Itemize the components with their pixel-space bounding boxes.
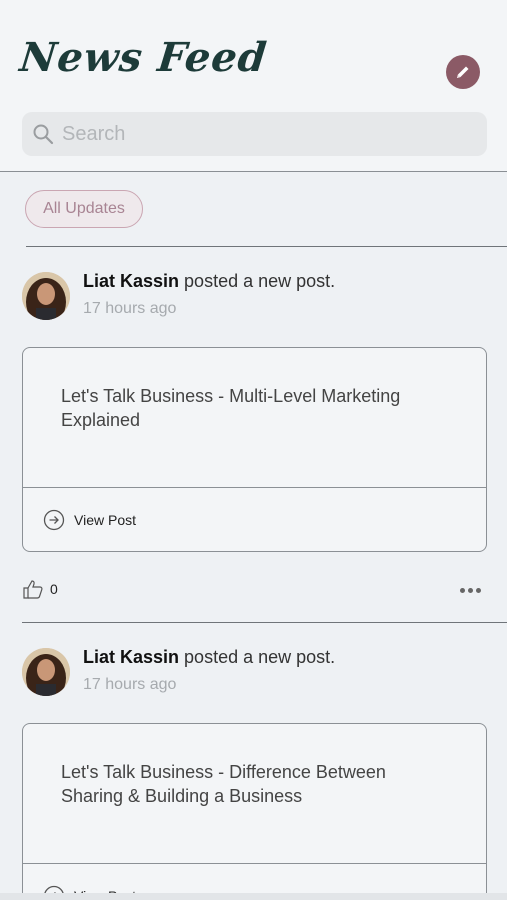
pencil-icon — [457, 66, 469, 78]
author-name[interactable]: Liat Kassin — [83, 647, 179, 667]
post-author-line: Liat Kassin posted a new post. — [83, 271, 335, 292]
page-title: News Feed — [17, 34, 270, 81]
filter-all-updates[interactable]: All Updates — [25, 190, 143, 228]
avatar[interactable] — [22, 272, 70, 320]
post-action-text: posted a new post. — [184, 271, 336, 291]
divider — [26, 246, 507, 247]
compose-post-button[interactable] — [446, 55, 480, 89]
like-count: 0 — [50, 581, 58, 597]
post-card[interactable]: Let's Talk Business - Difference Between… — [22, 723, 487, 900]
arrow-right-circle-icon — [43, 509, 65, 530]
post-card[interactable]: Let's Talk Business - Multi-Level Market… — [22, 347, 487, 552]
view-post-button[interactable]: View Post — [23, 487, 486, 551]
avatar[interactable] — [22, 648, 70, 696]
author-name[interactable]: Liat Kassin — [83, 271, 179, 291]
more-dot-icon — [460, 588, 465, 593]
feed-header: News Feed — [0, 0, 507, 172]
post-timestamp: 17 hours ago — [83, 676, 177, 693]
more-dot-icon — [476, 588, 481, 593]
post-title: Let's Talk Business - Multi-Level Market… — [61, 386, 401, 430]
search-bar[interactable] — [22, 112, 487, 156]
post-author-line: Liat Kassin posted a new post. — [83, 647, 335, 668]
post-title: Let's Talk Business - Difference Between… — [61, 762, 386, 806]
search-input[interactable] — [62, 122, 462, 146]
bottom-bar — [0, 893, 507, 900]
more-options-button[interactable] — [458, 584, 483, 597]
divider — [22, 622, 507, 623]
like-button[interactable]: 0 — [22, 578, 58, 600]
more-dot-icon — [468, 588, 473, 593]
post-action-text: posted a new post. — [184, 647, 336, 667]
search-icon — [33, 124, 54, 145]
view-post-label: View Post — [74, 511, 136, 528]
post-timestamp: 17 hours ago — [83, 300, 177, 317]
thumbs-up-icon — [23, 580, 43, 599]
